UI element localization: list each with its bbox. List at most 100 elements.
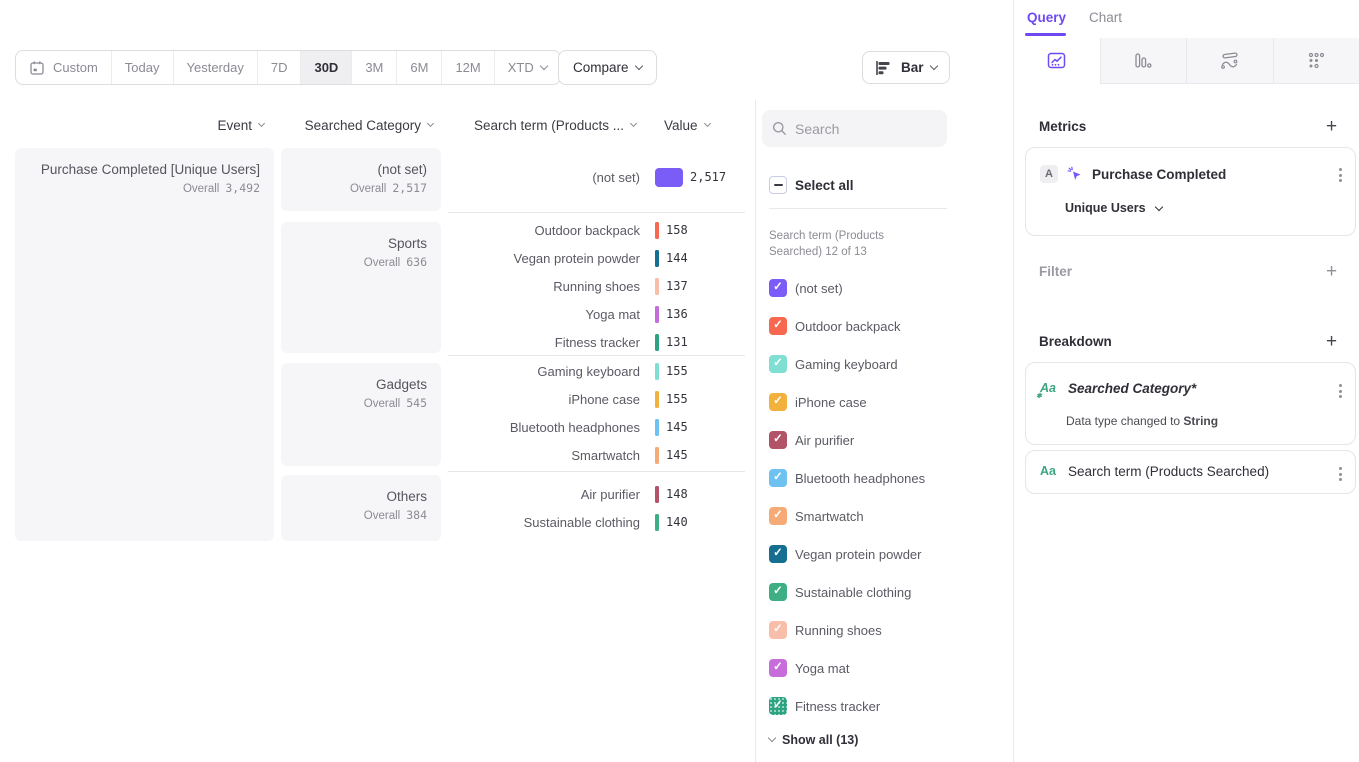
category-cell-sports[interactable]: Sports Overall636 <box>281 222 441 353</box>
table-row[interactable]: Sustainable clothing 140 <box>448 508 748 536</box>
table-row[interactable]: iPhone case 155 <box>448 385 748 413</box>
chevron-down-icon <box>540 61 548 69</box>
check-icon: ✓ <box>773 320 783 332</box>
tab-query[interactable]: Query <box>1027 10 1066 25</box>
metric-card[interactable]: A Purchase Completed Unique Users <box>1025 147 1356 236</box>
column-header-term[interactable]: Search term (Products ... <box>448 116 636 134</box>
table-row[interactable]: Air purifier 148 <box>448 480 748 508</box>
breakdown-card[interactable]: Aa Searched Category* Data type changed … <box>1025 362 1356 445</box>
breakdown-card[interactable]: Aa Search term (Products Searched) <box>1025 450 1356 494</box>
value-bar <box>655 222 659 239</box>
list-item[interactable]: ✓ (not set) <box>769 279 843 297</box>
tab-funnels[interactable] <box>1100 38 1187 84</box>
active-tab-underline <box>1025 33 1066 36</box>
show-all-link[interactable]: Show all (13) <box>769 733 858 747</box>
date-6m-button[interactable]: 6M <box>396 51 441 84</box>
list-item[interactable]: ✓ Air purifier <box>769 431 854 449</box>
checkbox[interactable]: ✓ <box>769 393 787 411</box>
list-item[interactable]: ✓ Sustainable clothing <box>769 583 911 601</box>
table-row[interactable]: Gaming keyboard 155 <box>448 357 748 385</box>
date-yesterday-button[interactable]: Yesterday <box>173 51 257 84</box>
category-cell-gadgets[interactable]: Gadgets Overall545 <box>281 363 441 466</box>
retention-dots-icon <box>1308 52 1325 69</box>
column-header-event[interactable]: Event <box>15 116 264 134</box>
value-bar <box>655 419 659 436</box>
category-cell-not-set[interactable]: (not set) Overall2,517 <box>281 148 441 211</box>
string-property-icon: Aa <box>1040 465 1056 478</box>
value-bar <box>655 447 659 464</box>
list-item[interactable]: ✓ Smartwatch <box>769 507 864 525</box>
table-row[interactable]: Bluetooth headphones 145 <box>448 413 748 441</box>
list-item[interactable]: ✓ Vegan protein powder <box>769 545 921 563</box>
search-box[interactable] <box>762 110 947 147</box>
metric-menu-button[interactable] <box>1339 168 1342 182</box>
checkbox[interactable]: ✓ <box>769 697 787 715</box>
add-breakdown-button[interactable]: + <box>1326 332 1337 351</box>
filter-divider <box>769 208 947 209</box>
chart-type-button[interactable]: Bar <box>862 51 950 84</box>
metrics-header: Metrics <box>1039 119 1086 134</box>
table-row[interactable]: Smartwatch 145 <box>448 441 748 469</box>
checkbox[interactable]: ✓ <box>769 621 787 639</box>
list-item[interactable]: ✓ Running shoes <box>769 621 882 639</box>
date-today-button[interactable]: Today <box>111 51 173 84</box>
select-all-checkbox[interactable] <box>769 176 787 194</box>
checkbox[interactable]: ✓ <box>769 545 787 563</box>
chevron-down-icon <box>634 61 642 69</box>
date-range-selector[interactable]: Custom Today Yesterday 7D 30D 3M 6M 12M … <box>15 50 561 85</box>
breakdown-header: Breakdown <box>1039 334 1112 349</box>
table-row[interactable]: Running shoes 137 <box>448 272 748 300</box>
date-custom-button[interactable]: Custom <box>16 51 111 84</box>
checkbox[interactable]: ✓ <box>769 659 787 677</box>
checkbox[interactable]: ✓ <box>769 317 787 335</box>
list-item[interactable]: ✓ Gaming keyboard <box>769 355 898 373</box>
checkbox[interactable]: ✓ <box>769 431 787 449</box>
table-row[interactable]: (not set) 2,517 <box>448 163 748 191</box>
check-icon: ✓ <box>773 396 783 408</box>
breakdown-property-name: Search term (Products Searched) <box>1068 464 1269 479</box>
event-cell[interactable]: Purchase Completed [Unique Users] Overal… <box>15 148 274 541</box>
list-item[interactable]: ✓ Fitness tracker <box>769 697 880 715</box>
filter-header: Filter <box>1039 264 1072 279</box>
breakdown-menu-button[interactable] <box>1339 467 1342 481</box>
check-icon: ✓ <box>773 586 783 598</box>
checkbox[interactable]: ✓ <box>769 583 787 601</box>
tab-insights[interactable] <box>1014 38 1100 84</box>
category-cell-others[interactable]: Others Overall384 <box>281 475 441 541</box>
date-12m-button[interactable]: 12M <box>441 51 493 84</box>
value-bar <box>655 250 659 267</box>
breakdown-menu-button[interactable] <box>1339 384 1342 398</box>
checkbox[interactable]: ✓ <box>769 279 787 297</box>
list-item[interactable]: ✓ Yoga mat <box>769 659 849 677</box>
list-item[interactable]: ✓ Outdoor backpack <box>769 317 901 335</box>
list-item[interactable]: ✓ iPhone case <box>769 393 867 411</box>
check-icon: ✓ <box>773 472 783 484</box>
checkbox[interactable]: ✓ <box>769 507 787 525</box>
add-metric-button[interactable]: + <box>1326 117 1337 136</box>
table-row[interactable]: Vegan protein powder 144 <box>448 244 748 272</box>
column-header-category[interactable]: Searched Category <box>281 116 433 134</box>
table-row[interactable]: Outdoor backpack 158 <box>448 216 748 244</box>
list-item[interactable]: ✓ Bluetooth headphones <box>769 469 925 487</box>
tab-chart[interactable]: Chart <box>1089 10 1122 25</box>
table-row[interactable]: Yoga mat 136 <box>448 300 748 328</box>
date-xtd-button[interactable]: XTD <box>494 51 560 84</box>
tab-flows[interactable] <box>1186 38 1273 84</box>
date-3m-button[interactable]: 3M <box>351 51 396 84</box>
add-filter-button[interactable]: + <box>1326 262 1337 281</box>
breakdown-note: Data type changed to String <box>1066 414 1218 428</box>
checkbox[interactable]: ✓ <box>769 469 787 487</box>
date-30d-button[interactable]: 30D <box>300 51 351 84</box>
search-input[interactable] <box>795 121 925 137</box>
table-row[interactable]: Fitness tracker 131 <box>448 328 748 356</box>
row-divider <box>448 471 745 472</box>
compare-button[interactable]: Compare <box>558 50 657 85</box>
checkbox[interactable]: ✓ <box>769 355 787 373</box>
query-sidebar: Query Chart <box>1013 0 1359 762</box>
column-header-value[interactable]: Value <box>664 116 710 134</box>
aggregation-dropdown[interactable]: Unique Users <box>1065 201 1162 215</box>
select-all-row[interactable]: Select all <box>769 176 854 194</box>
value-bar <box>655 306 659 323</box>
date-7d-button[interactable]: 7D <box>257 51 301 84</box>
tab-retention[interactable] <box>1273 38 1359 84</box>
